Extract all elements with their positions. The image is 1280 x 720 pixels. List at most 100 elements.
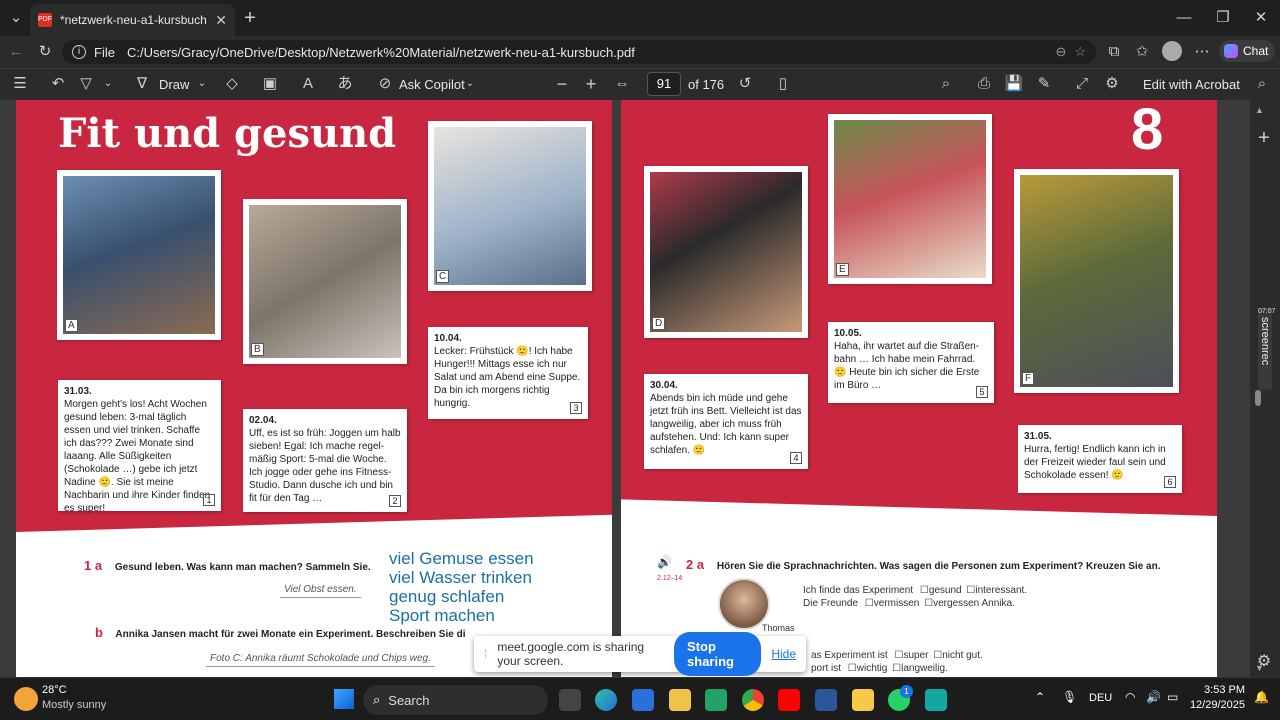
translate-icon[interactable]: あ bbox=[333, 72, 357, 96]
store-icon[interactable] bbox=[632, 689, 654, 711]
fit-page-icon[interactable]: ⇔ bbox=[610, 72, 634, 96]
copilot-dropdown-icon[interactable]: ⌄ bbox=[458, 72, 482, 96]
scrollbar-thumb[interactable] bbox=[1255, 390, 1261, 406]
rotate-icon[interactable]: ↺ bbox=[733, 72, 757, 96]
chat-button[interactable]: Chat bbox=[1219, 40, 1275, 62]
undo-icon[interactable]: ↶ bbox=[46, 72, 70, 96]
note-date: 30.04. bbox=[650, 380, 678, 391]
close-window-icon[interactable]: ✕ bbox=[1249, 6, 1273, 30]
task-view-icon[interactable] bbox=[559, 689, 581, 711]
option-text: vergessen Annika. bbox=[933, 598, 1015, 609]
info-icon[interactable]: i bbox=[72, 45, 86, 59]
chrome-icon[interactable] bbox=[742, 689, 764, 711]
checkbox[interactable]: ☐ bbox=[933, 650, 942, 661]
clock-time[interactable]: 3:53 PM bbox=[1183, 684, 1245, 696]
search-icon[interactable]: ⌕ bbox=[934, 72, 958, 96]
note-text: Abends bin ich müde und gehe jetzt früh … bbox=[650, 393, 802, 456]
pdf-viewer[interactable]: Fit und gesund A B C 31.03. Morgen geht'… bbox=[0, 100, 1250, 677]
save-icon[interactable]: 💾 bbox=[1002, 72, 1026, 96]
option-text: gesund bbox=[928, 585, 962, 596]
back-icon[interactable]: ← bbox=[4, 40, 28, 64]
note-date: 31.03. bbox=[64, 386, 92, 397]
start-icon[interactable] bbox=[334, 689, 354, 709]
contents-icon[interactable]: ☰ bbox=[8, 72, 32, 96]
microphone-icon[interactable]: 🎙 bbox=[1062, 690, 1077, 704]
excel-icon[interactable] bbox=[705, 689, 727, 711]
print-icon[interactable]: ⎙ bbox=[972, 72, 996, 96]
eraser-icon[interactable]: ◇ bbox=[220, 72, 244, 96]
checkbox[interactable]: ☐ bbox=[892, 663, 901, 674]
extensions-icon[interactable]: ⧉ bbox=[1102, 40, 1126, 64]
text-box-icon[interactable]: ▣ bbox=[258, 72, 282, 96]
tab-active[interactable]: PDF *netzwerk-neu-a1-kursbuch.pdf ✕ bbox=[30, 4, 235, 36]
settings-icon[interactable]: ⚙ bbox=[1100, 72, 1124, 96]
url-field[interactable]: i File C:/Users/Gracy/OneDrive/Desktop/N… bbox=[62, 40, 1096, 64]
copilot-sparkle-icon[interactable]: ⊘ bbox=[373, 72, 397, 96]
weather-icon[interactable] bbox=[14, 687, 38, 711]
exercise-number: 2 a bbox=[686, 557, 705, 572]
file-explorer-icon[interactable] bbox=[669, 689, 691, 711]
fullscreen-icon[interactable]: ⤢ bbox=[1070, 72, 1094, 96]
zoom-out-icon[interactable]: − bbox=[550, 72, 574, 96]
page-view-icon[interactable]: ▯ bbox=[771, 72, 795, 96]
audio-icon[interactable]: 🔊 bbox=[657, 555, 672, 569]
photo-f: F bbox=[1014, 169, 1179, 393]
avatar[interactable] bbox=[1162, 41, 1182, 61]
word-icon[interactable] bbox=[815, 689, 837, 711]
option-text: super bbox=[903, 650, 929, 661]
page-number-input[interactable]: 91 bbox=[647, 72, 681, 96]
highlight-dropdown-icon[interactable]: ⌄ bbox=[96, 72, 120, 96]
share-text: meet.google.com is sharing your screen. bbox=[497, 640, 645, 668]
scroll-up-icon[interactable]: ▲ bbox=[1255, 105, 1264, 115]
taskbar-search[interactable]: ⌕ Search bbox=[363, 685, 548, 715]
app-icon[interactable] bbox=[925, 689, 947, 711]
checkbox[interactable]: ☐ bbox=[920, 585, 929, 596]
highlight-icon[interactable]: ▽ bbox=[74, 72, 98, 96]
save-as-icon[interactable]: ✎ bbox=[1032, 72, 1056, 96]
stop-sharing-button[interactable]: Stop sharing bbox=[674, 632, 762, 676]
close-tab-icon[interactable]: ✕ bbox=[215, 12, 227, 29]
note-date: 31.05. bbox=[1024, 431, 1052, 442]
sidebar-search-icon[interactable]: ⌕ bbox=[1250, 72, 1274, 96]
edge-icon[interactable] bbox=[595, 689, 617, 711]
answer-text: Ich finde das Experiment bbox=[803, 585, 914, 596]
new-tab-icon[interactable]: + bbox=[238, 6, 262, 30]
reload-icon[interactable]: ↻ bbox=[33, 40, 57, 64]
volume-icon[interactable]: 🔊 bbox=[1146, 690, 1161, 704]
favorite-star-icon[interactable]: ☆ bbox=[1074, 44, 1086, 60]
search-icon: ⌕ bbox=[373, 692, 381, 707]
screenrec-time: 07:07 bbox=[1258, 308, 1276, 315]
read-aloud-icon[interactable]: A bbox=[296, 72, 320, 96]
wifi-icon[interactable]: ◠ bbox=[1125, 690, 1135, 704]
pdf-page-right: 8 D E F 30.04. Abends bin ich müde und g… bbox=[621, 100, 1217, 677]
tab-list-icon[interactable]: ⌄ bbox=[4, 6, 28, 30]
answer-text: port ist bbox=[811, 663, 842, 674]
zoom-icon[interactable]: ⊖ bbox=[1055, 44, 1066, 60]
notification-bell-icon[interactable]: 🔔 bbox=[1254, 690, 1269, 704]
favorites-icon[interactable]: ✩ bbox=[1130, 40, 1154, 64]
language-indicator[interactable]: DEU bbox=[1089, 692, 1112, 704]
tray-chevron-icon[interactable]: ⌃ bbox=[1035, 690, 1045, 704]
clock-date[interactable]: 12/29/2025 bbox=[1175, 699, 1245, 711]
minimize-icon[interactable]: — bbox=[1172, 6, 1196, 30]
answer-text: Die Freunde bbox=[803, 598, 859, 609]
maximize-icon[interactable]: ❐ bbox=[1211, 6, 1235, 30]
draw-icon[interactable]: ∇ bbox=[130, 72, 154, 96]
edit-with-acrobat-button[interactable]: Edit with Acrobat bbox=[1143, 77, 1240, 92]
checkbox[interactable]: ☐ bbox=[848, 663, 857, 674]
add-panel-icon[interactable]: + bbox=[1252, 126, 1276, 150]
more-menu-icon[interactable]: ⋯ bbox=[1190, 40, 1214, 64]
audio-track: 2.12–14 bbox=[657, 575, 683, 582]
hide-link[interactable]: Hide bbox=[771, 647, 796, 661]
sticky-notes-icon[interactable] bbox=[852, 689, 874, 711]
draw-dropdown-icon[interactable]: ⌄ bbox=[190, 72, 214, 96]
drag-handle-icon[interactable]: ⁞ bbox=[484, 647, 487, 661]
youtube-icon[interactable] bbox=[778, 689, 800, 711]
screenrec-widget[interactable]: 07:07 screenrec bbox=[1258, 308, 1276, 390]
zoom-in-icon[interactable]: + bbox=[579, 72, 603, 96]
draw-label[interactable]: Draw bbox=[159, 77, 189, 92]
ask-copilot-label[interactable]: Ask Copilot bbox=[399, 77, 465, 92]
checkbox[interactable]: ☐ bbox=[865, 598, 874, 609]
settings-gear-icon[interactable]: ⚙ bbox=[1252, 650, 1276, 674]
checkbox[interactable]: ☐ bbox=[924, 598, 933, 609]
